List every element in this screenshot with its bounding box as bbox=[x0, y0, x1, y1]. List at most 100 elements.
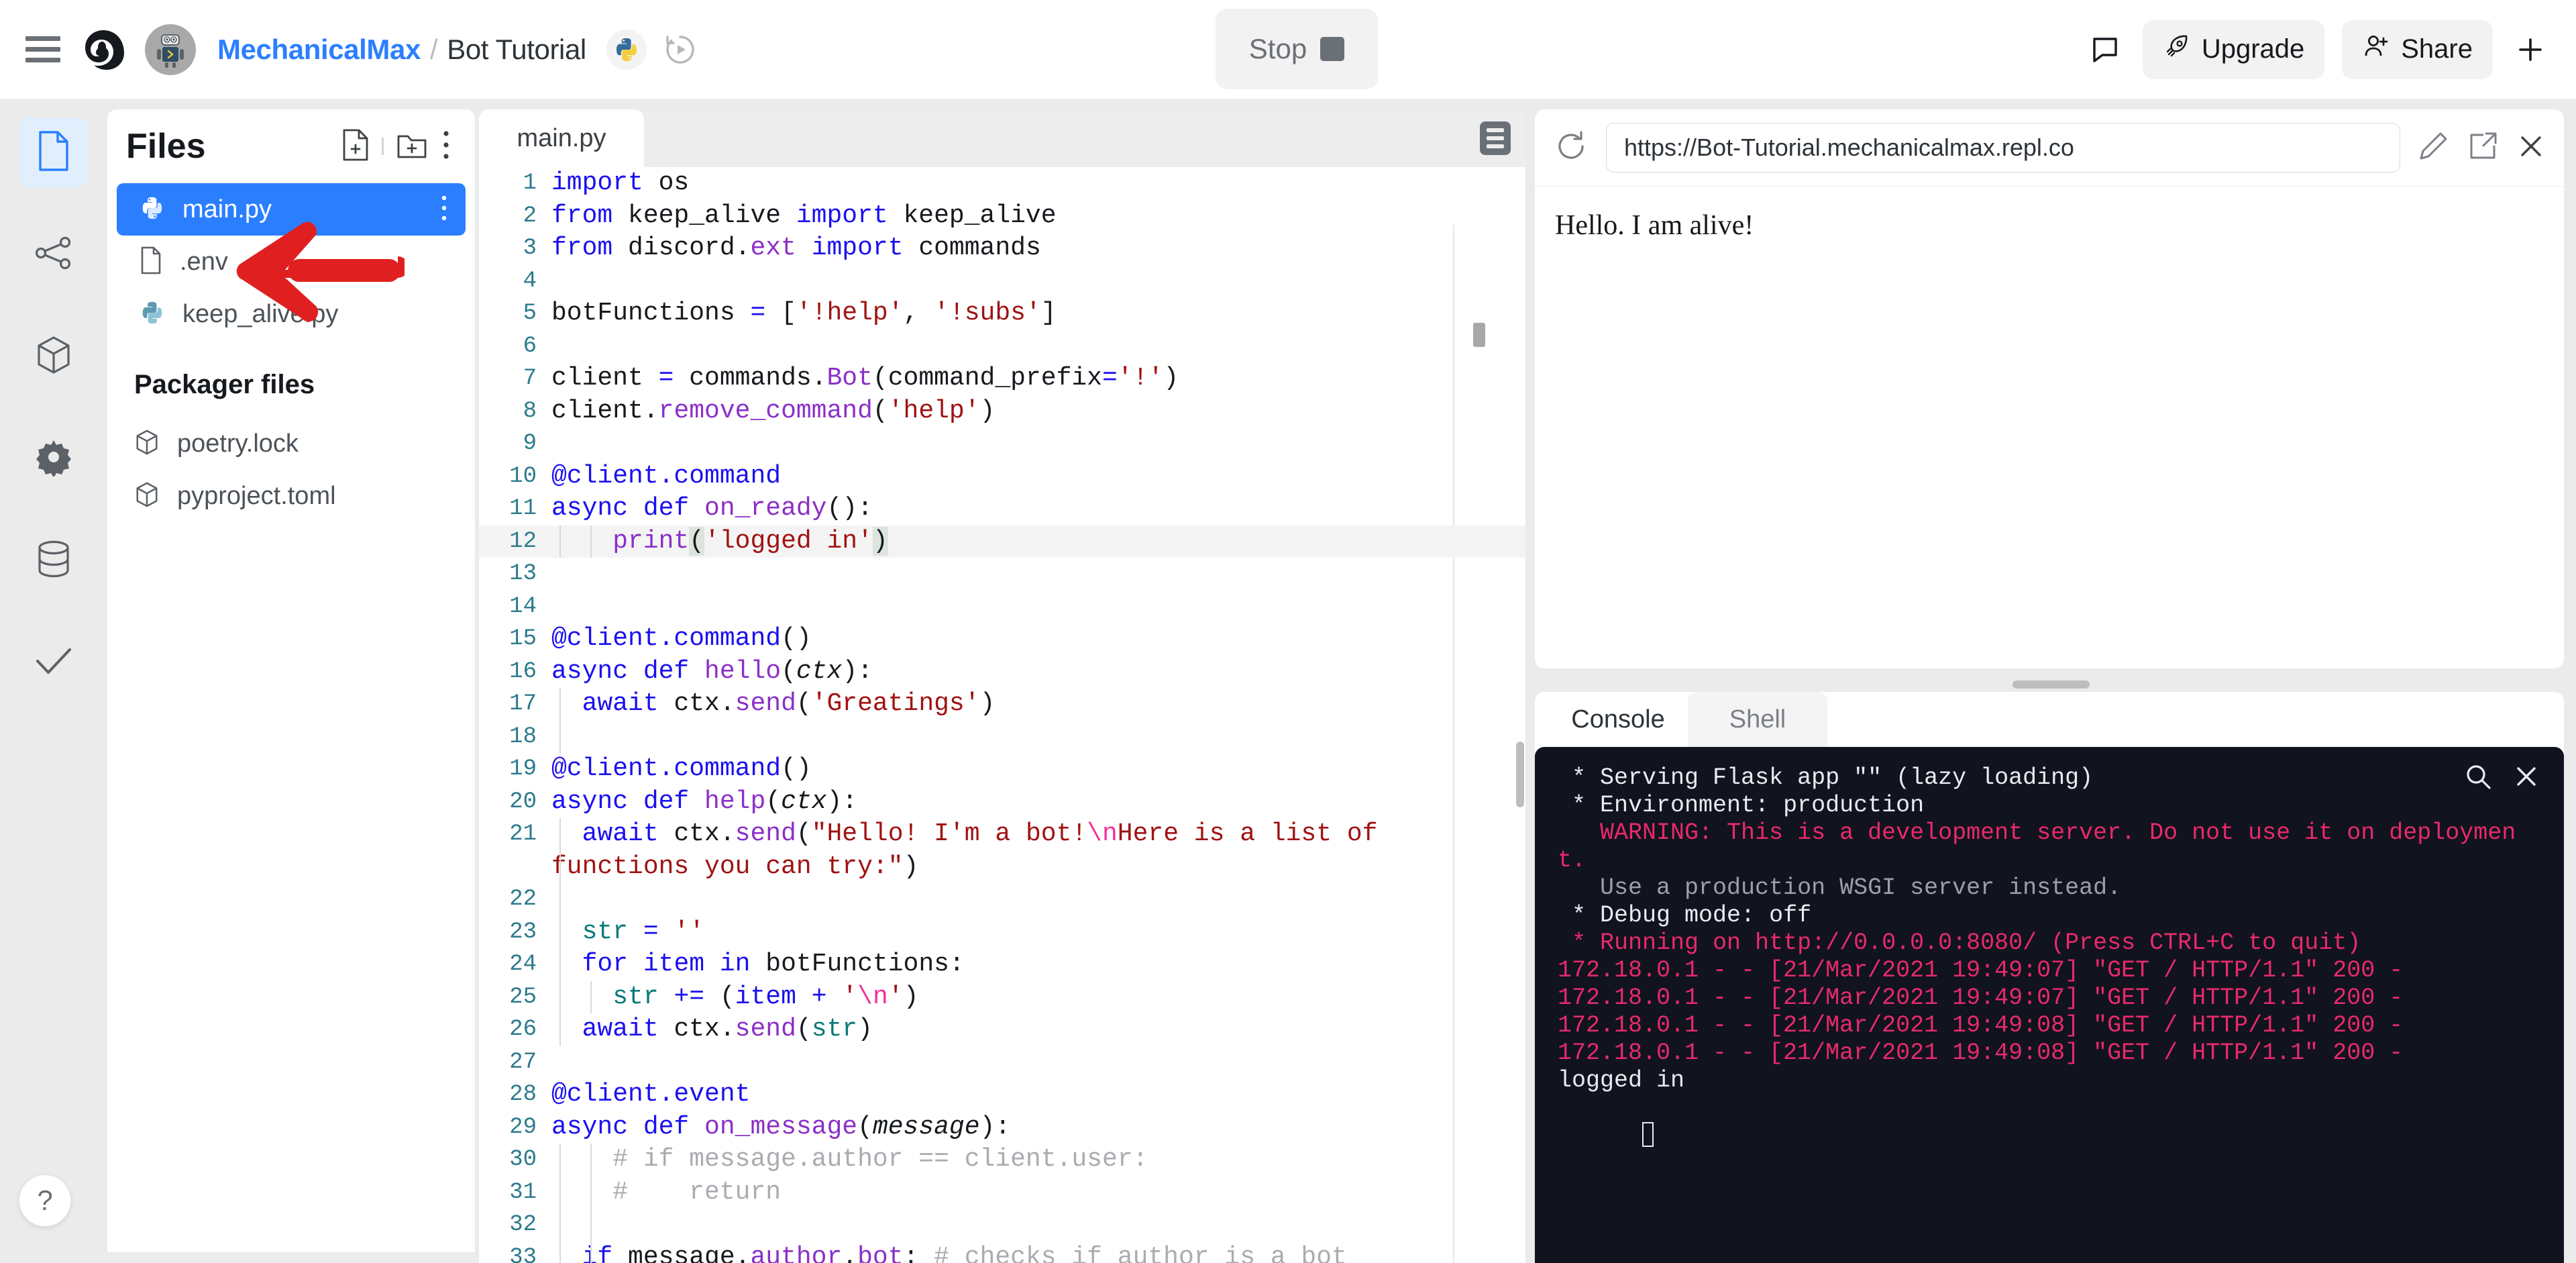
line-number: 9 bbox=[523, 431, 537, 456]
replit-logo-icon[interactable] bbox=[82, 28, 125, 71]
code-line: 2 from keep_alive import keep_alive bbox=[479, 200, 1525, 233]
indent-guide bbox=[590, 980, 592, 1013]
editor-vertical-scrollbar[interactable] bbox=[1473, 323, 1485, 347]
terminal-line: * Running on http://0.0.0.0:8080/ (Press… bbox=[1558, 929, 2361, 956]
file-item-pyproject-toml[interactable]: pyproject.toml bbox=[107, 470, 475, 522]
new-folder-icon[interactable] bbox=[396, 130, 428, 163]
line-number: 28 bbox=[509, 1082, 537, 1107]
breadcrumb: MechanicalMax / Bot Tutorial bbox=[217, 34, 586, 66]
terminal-output[interactable]: * Serving Flask app "" (lazy loading) * … bbox=[1535, 747, 2564, 1263]
box-icon bbox=[134, 481, 160, 511]
file-item-keep-alive-py[interactable]: keep_alive.py bbox=[117, 288, 466, 340]
code-line: 19 @client.command() bbox=[479, 753, 1525, 786]
line-number: 27 bbox=[509, 1049, 537, 1075]
chat-bubble-icon[interactable] bbox=[2085, 30, 2125, 70]
line-number: 12 bbox=[509, 528, 537, 554]
line-number: 14 bbox=[509, 593, 537, 619]
file-icon bbox=[35, 130, 72, 175]
divider bbox=[382, 138, 384, 155]
help-button[interactable]: ? bbox=[19, 1174, 71, 1227]
editor-tabbar: main.py bbox=[479, 109, 1525, 167]
line-number: 5 bbox=[523, 301, 537, 326]
code-line: 5 botFunctions = ['!help', '!subs'] bbox=[479, 297, 1525, 330]
terminal-cursor bbox=[1642, 1122, 1654, 1147]
line-number: 25 bbox=[509, 984, 537, 1010]
terminal-line: 172.18.0.1 - - [21/Mar/2021 19:49:08] "G… bbox=[1558, 1040, 2404, 1066]
file-item-label: keep_alive.py bbox=[182, 299, 339, 328]
code-line: 33 if message.author.bot: # checks if au… bbox=[479, 1241, 1525, 1263]
console-tabbar: Console Shell bbox=[1535, 692, 2564, 747]
search-icon[interactable] bbox=[2463, 762, 2493, 795]
person-plus-icon bbox=[2362, 32, 2390, 67]
code-line-text: import os bbox=[551, 168, 690, 197]
code-line-text: @client.command bbox=[551, 461, 782, 491]
file-item-poetry-lock[interactable]: poetry.lock bbox=[107, 417, 475, 470]
sidebar-item-version-control[interactable] bbox=[19, 219, 89, 289]
new-file-icon[interactable] bbox=[340, 128, 370, 165]
tab-main-py[interactable]: main.py bbox=[479, 109, 644, 167]
code-line: 32 bbox=[479, 1209, 1525, 1242]
upgrade-button[interactable]: Upgrade bbox=[2142, 19, 2325, 79]
code-line: 13 bbox=[479, 558, 1525, 591]
code-line: 18 bbox=[479, 720, 1525, 753]
sidebar-item-tests[interactable] bbox=[19, 627, 89, 697]
tab-main-py-label: main.py bbox=[517, 123, 606, 152]
indent-guide bbox=[559, 1013, 561, 1046]
line-number: 7 bbox=[523, 366, 537, 391]
indent-guide bbox=[559, 1209, 561, 1242]
sidebar-item-packages[interactable] bbox=[19, 321, 89, 391]
indent-guide bbox=[559, 1241, 561, 1263]
files-panel-header: Files bbox=[107, 109, 475, 183]
tab-console[interactable]: Console bbox=[1548, 692, 1688, 747]
plus-icon[interactable] bbox=[2510, 30, 2551, 70]
sidebar-item-files[interactable] bbox=[19, 117, 89, 187]
tab-shell[interactable]: Shell bbox=[1688, 692, 1827, 747]
line-number: 32 bbox=[509, 1212, 537, 1237]
code-line: 14 bbox=[479, 591, 1525, 623]
kebab-menu-icon[interactable] bbox=[439, 194, 449, 225]
breadcrumb-project[interactable]: Bot Tutorial bbox=[447, 34, 586, 66]
code-line: 27 bbox=[479, 1046, 1525, 1079]
vertical-panel-divider[interactable] bbox=[1516, 742, 1524, 807]
refresh-icon[interactable] bbox=[1554, 129, 1589, 167]
line-number: 19 bbox=[509, 756, 537, 782]
terminal-line: * Serving Flask app "" (lazy loading) bbox=[1558, 764, 2094, 791]
open-external-icon[interactable] bbox=[2467, 131, 2498, 165]
horizontal-panel-divider[interactable] bbox=[2012, 680, 2090, 689]
python-file-icon bbox=[140, 195, 165, 224]
close-icon[interactable] bbox=[2513, 763, 2540, 793]
file-item-env[interactable]: .env bbox=[117, 236, 466, 288]
share-button[interactable]: Share bbox=[2342, 19, 2493, 79]
close-icon[interactable] bbox=[2517, 132, 2545, 164]
sidebar-item-database[interactable] bbox=[19, 525, 89, 595]
terminal-line: WARNING: This is a development server. D… bbox=[1558, 819, 2516, 874]
code-line-text: botFunctions = ['!help', '!subs'] bbox=[551, 299, 1057, 327]
breadcrumb-owner[interactable]: MechanicalMax bbox=[217, 34, 421, 66]
layout-toggle-icon[interactable] bbox=[1480, 121, 1511, 155]
hamburger-icon[interactable] bbox=[25, 32, 60, 67]
code-line: 24 for item in botFunctions: bbox=[479, 948, 1525, 981]
git-branch-icon bbox=[34, 236, 73, 274]
terminal-line: 172.18.0.1 - - [21/Mar/2021 19:49:07] "G… bbox=[1558, 984, 2404, 1011]
code-text-area[interactable]: 1 import os 2 from keep_alive import keep_a… bbox=[479, 167, 1525, 1263]
kebab-menu-icon[interactable] bbox=[440, 129, 452, 164]
pencil-icon[interactable] bbox=[2418, 131, 2449, 165]
sidebar-item-settings[interactable] bbox=[19, 423, 89, 493]
gear-icon bbox=[34, 438, 73, 480]
project-avatar-robot-icon[interactable] bbox=[145, 23, 196, 75]
code-line-text: @client.event bbox=[551, 1080, 751, 1109]
line-number: 13 bbox=[509, 561, 537, 587]
terminal-lines: * Serving Flask app "" (lazy loading) * … bbox=[1558, 764, 2541, 1095]
history-restore-icon[interactable] bbox=[661, 31, 699, 68]
line-number: 3 bbox=[523, 236, 537, 261]
line-number: 29 bbox=[509, 1114, 537, 1140]
stop-button[interactable]: Stop bbox=[1216, 9, 1378, 89]
url-input[interactable] bbox=[1606, 123, 2400, 172]
console-panel: Console Shell * Serving Flask app "" (la… bbox=[1535, 692, 2564, 1263]
file-item-main-py[interactable]: main.py bbox=[117, 183, 466, 236]
code-line-text: # return bbox=[612, 1177, 782, 1207]
file-item-label: poetry.lock bbox=[177, 429, 299, 458]
